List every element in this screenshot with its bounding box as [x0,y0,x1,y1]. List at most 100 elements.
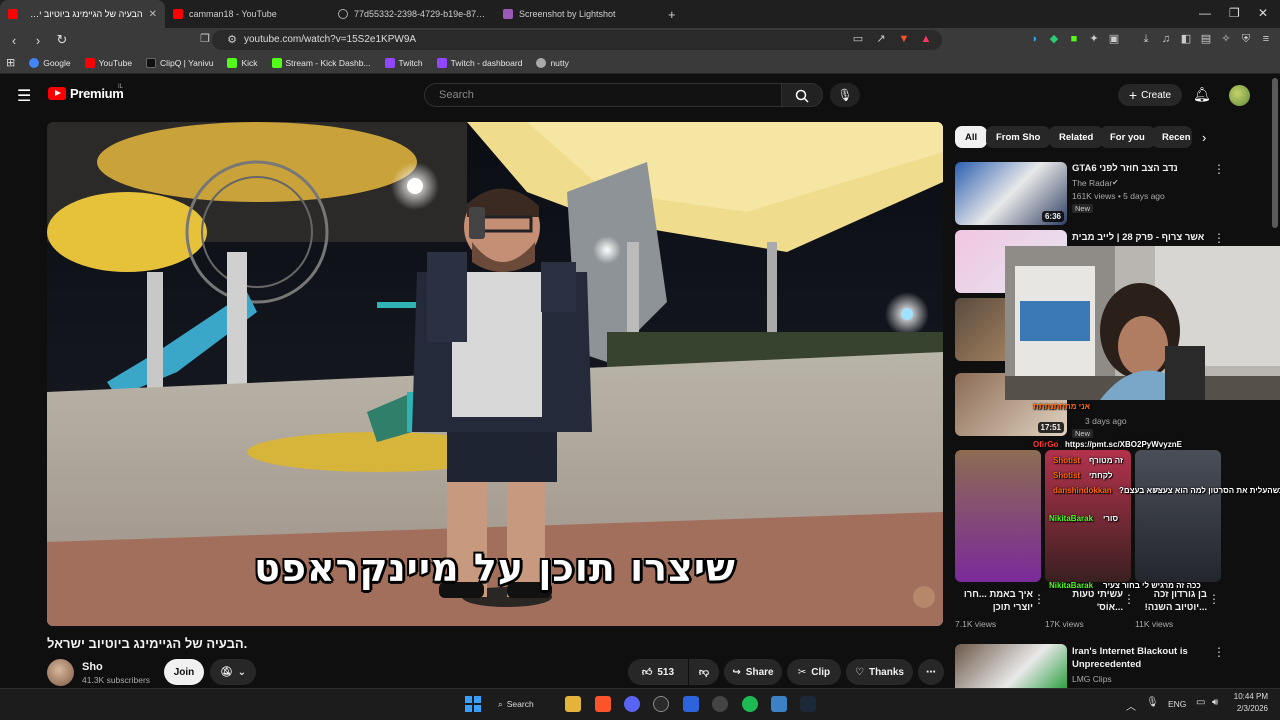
browser-tab[interactable]: camman18 - YouTube [165,0,330,28]
apps-grid-icon[interactable]: ⊞ [6,56,15,69]
new-tab-button[interactable]: + [660,0,690,28]
clock-time[interactable]: 10:44 PM [1232,692,1268,701]
volume-icon[interactable]: 🔊︎ [1212,697,1218,708]
chip-recent[interactable]: Recen [1152,126,1192,148]
related-title[interactable]: נדב הצב חוזר לפני GTA6 [1072,162,1207,175]
clock-date[interactable]: 2/3/2026 [1232,704,1268,713]
extension-icon[interactable]: ■ [1068,33,1080,45]
windows-start-icon[interactable] [465,696,481,712]
youtube-premium-logo[interactable]: Premium [70,86,124,101]
subscribed-dropdown-button[interactable]: 🔕︎ ⌄ [210,659,256,685]
search-button[interactable] [781,83,823,107]
bookmark-youtube[interactable]: YouTube [84,57,132,68]
browser-tab[interactable]: 77d55332-2398-4729-b19e-8753ab1 [330,0,495,28]
bookmark-twitch[interactable]: Twitch [384,57,423,68]
forward-icon[interactable]: › [28,33,48,48]
browser-tab[interactable]: Screenshot by Lightshot [495,0,660,28]
dislike-button[interactable]: 👎︎ [689,659,719,685]
brave-browser-icon[interactable] [595,696,611,712]
page-scrollbar[interactable] [1272,78,1278,228]
obs-icon[interactable] [712,696,728,712]
music-icon[interactable]: ♫ [1160,33,1172,45]
close-tab-icon[interactable]: ✕ [149,9,157,20]
related-channel[interactable]: LMG Clips [1072,674,1112,684]
extension-icon[interactable]: ▣ [1108,33,1120,45]
bookmark-kick[interactable]: Kick [227,57,258,68]
channel-watermark[interactable] [913,586,935,608]
like-button[interactable]: 👍︎ 513 [628,659,688,685]
menu-icon[interactable]: ≡ [1260,33,1272,45]
youtube-logo-icon[interactable] [48,87,66,100]
bookmark-twitch-dashboard[interactable]: Twitch - dashboard [436,57,522,68]
browser-tab-active[interactable]: הבעיה של הגיימינג ביוטיוב ישראל. ✕ [0,0,165,28]
spotify-icon[interactable] [742,696,758,712]
cast-icon[interactable]: ▭ [852,33,864,45]
file-explorer-icon[interactable] [565,696,581,712]
restore-icon[interactable]: ❐ [1229,6,1240,20]
extension-icon[interactable]: ◆ [1048,33,1060,45]
voice-search-button[interactable]: 🎙 [830,83,860,107]
chip-for-you[interactable]: For you [1100,126,1155,148]
related-title[interactable]: אשר צרוף - פרק 28 | לייב מבית [1072,231,1207,244]
related-title[interactable]: Iran's Internet Blackout is Unprecedente… [1072,645,1207,671]
wallet-icon[interactable]: ▤ [1200,33,1212,45]
extension-icon[interactable]: ◗ [1029,33,1041,45]
related-thumbnail[interactable]: 6:36 [955,162,1067,225]
channel-name[interactable]: Sho [82,661,103,673]
app-icon[interactable] [771,696,787,712]
more-actions-button[interactable]: ⋯ [918,659,944,685]
chevron-right-icon[interactable]: › [1202,130,1206,145]
search-input[interactable]: Search [424,83,781,107]
rewards-icon[interactable]: ▲ [920,33,932,45]
sidebar-icon[interactable]: ◧ [1180,33,1192,45]
taskbar-search[interactable]: ⌕ Search [498,696,552,712]
app-icon[interactable] [683,696,699,712]
create-button[interactable]: + Create [1118,84,1182,106]
related-thumbnail[interactable] [955,644,1067,688]
video-player[interactable]: שיצרו תוכן על מיינקראפט [47,122,943,626]
close-window-icon[interactable]: ✕ [1258,6,1268,20]
steam-icon[interactable] [800,696,816,712]
more-vertical-icon[interactable]: ⋮ [1213,231,1225,245]
bookmark-google[interactable]: Google [29,57,71,68]
notifications-bell-icon[interactable]: 🔔︎ [1193,86,1211,103]
back-icon[interactable]: ‹ [4,33,24,48]
hamburger-menu-icon[interactable]: ☰ [17,86,31,106]
puzzle-icon[interactable]: ✦ [1088,33,1100,45]
leo-icon[interactable]: ✧ [1220,33,1232,45]
language-indicator[interactable]: ENG [1168,699,1186,709]
bookmark-icon[interactable]: ❐ [199,33,211,45]
more-vertical-icon[interactable]: ⋮ [1213,645,1225,659]
webcam-overlay [1005,246,1280,400]
monitor-icon[interactable]: ▭ [1196,697,1205,708]
brave-shield-icon[interactable]: ▼ [898,33,910,45]
vpn-icon[interactable]: ⛨ [1240,33,1252,45]
share-button[interactable]: ↪ Share [724,659,782,685]
avatar[interactable] [1229,85,1250,106]
thanks-button[interactable]: ♡ Thanks [846,659,913,685]
chip-from-sho[interactable]: From Sho [986,126,1051,148]
chip-related[interactable]: Related [1049,126,1104,148]
chip-all[interactable]: All [955,126,988,148]
kick-icon [271,57,282,68]
bookmark-kick-dashboard[interactable]: Stream - Kick Dashb... [271,57,371,68]
channel-avatar[interactable] [47,659,74,686]
bookmark-nutty[interactable]: nutty [536,57,569,68]
bookmark-clipq[interactable]: ClipQ | Yanivu [146,57,213,68]
share-icon[interactable]: ↗ [875,33,887,45]
app-icon[interactable] [653,696,669,712]
more-vertical-icon[interactable]: ⋮ [1213,162,1225,176]
url-text: youtube.com/watch?v=15S2e1KPW9A [244,34,417,45]
clip-button[interactable]: ✂ Clip [787,659,841,685]
minimize-icon[interactable]: — [1199,6,1211,20]
site-info-icon[interactable]: ⚙ [226,34,238,46]
reload-icon[interactable]: ↻ [52,32,72,48]
chip-label: All [965,131,978,143]
microphone-icon[interactable]: 🎙 [1146,697,1159,708]
discord-icon[interactable] [624,696,640,712]
chevron-up-icon[interactable]: ︿ [1126,698,1136,713]
download-icon[interactable]: ⤓ [1140,33,1152,45]
join-button[interactable]: Join [164,659,204,685]
address-bar[interactable]: youtube.com/watch?v=15S2e1KPW9A [212,30,942,50]
related-channel[interactable]: The Radar [1072,178,1112,188]
